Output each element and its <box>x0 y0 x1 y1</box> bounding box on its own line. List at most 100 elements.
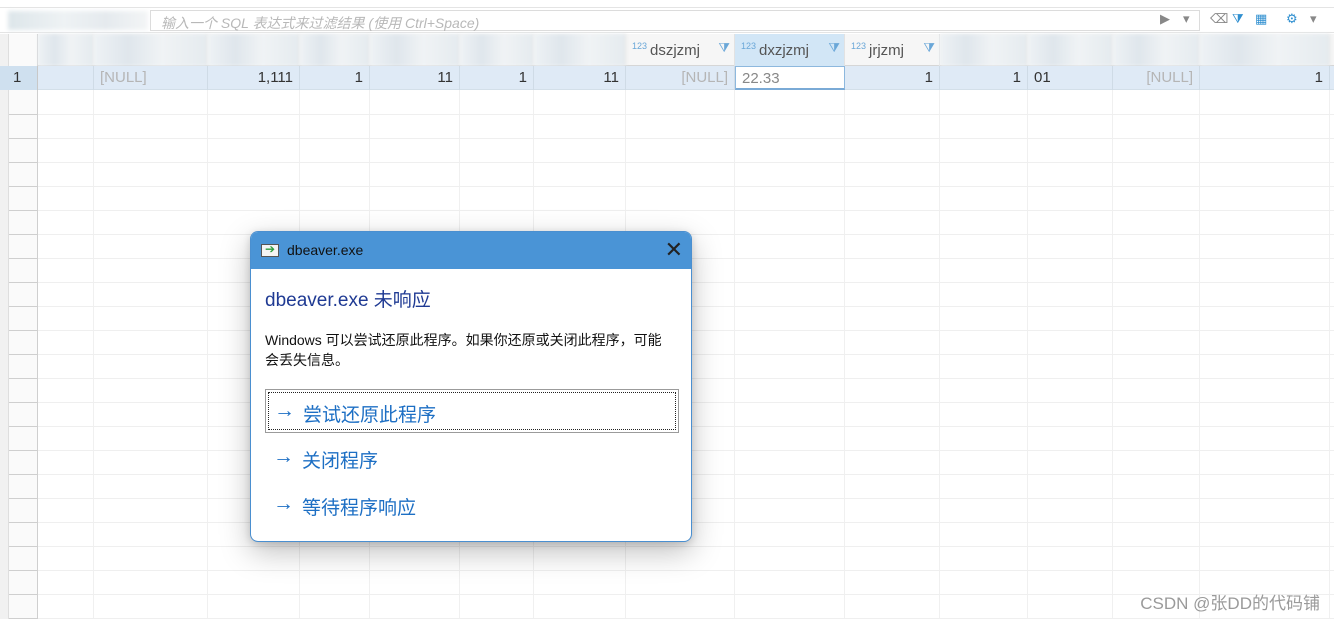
column-filter-icon[interactable]: ⧩ <box>718 40 730 56</box>
app-window-icon: ➔ <box>261 242 279 257</box>
grid-line <box>38 210 1334 211</box>
dialog-message: Windows 可以尝试还原此程序。如果你还原或关闭此程序，可能会丢失信息。 <box>265 332 662 368</box>
column-header-cell[interactable] <box>1113 34 1200 66</box>
gutter-line <box>9 210 38 211</box>
column-header-cell[interactable] <box>1028 34 1113 66</box>
chevron-down-icon[interactable]: ▾ <box>1310 11 1317 27</box>
arrow-right-icon: → <box>274 399 295 422</box>
column-header-cell[interactable]: 123 dszjzmj ⧩ <box>626 34 735 66</box>
table-row[interactable]: [NULL] 1,111 1 11 1 11 [NULL] 22.33 1 1 01 [NULL] 1 <box>38 66 1334 90</box>
grid-line <box>38 186 1334 187</box>
filter-bar: 输入一个 SQL 表达式来过滤结果 (使用 Ctrl+Space) ▶ ▾ ⌫ … <box>0 7 1334 33</box>
numeric-type-icon: 123 <box>851 41 867 51</box>
blurred-toolbar-area <box>8 11 148 30</box>
column-header-cell[interactable] <box>94 34 208 66</box>
column-header-cell[interactable] <box>534 34 626 66</box>
gutter-line <box>9 306 38 307</box>
play-icon[interactable]: ▶ <box>1160 11 1170 27</box>
gutter-line <box>9 546 38 547</box>
wait-program-option[interactable]: → 等待程序响应 <box>265 483 679 527</box>
table-cell[interactable]: 1 <box>940 66 1028 90</box>
settings-icon[interactable]: ⚙ <box>1286 11 1298 27</box>
restore-program-option[interactable]: → 尝试还原此程序 <box>265 389 679 433</box>
row-number-label: 1 <box>13 69 22 86</box>
gutter-line <box>9 162 38 163</box>
option-label: 尝试还原此程序 <box>303 405 437 426</box>
column-header-cell[interactable] <box>208 34 300 66</box>
gutter-line <box>9 594 38 595</box>
dialog-title: dbeaver.exe <box>287 242 364 258</box>
gutter-line <box>9 498 38 499</box>
editing-cell[interactable]: 22.33 <box>735 66 845 90</box>
column-header-cell[interactable] <box>370 34 460 66</box>
table-cell[interactable]: 01 <box>1028 66 1113 90</box>
filter-placeholder: 输入一个 SQL 表达式来过滤结果 (使用 Ctrl+Space) <box>161 15 480 31</box>
close-icon[interactable]: ✕ <box>665 237 683 263</box>
gutter-line <box>9 522 38 523</box>
dropdown-icon[interactable]: ▾ <box>1183 11 1190 27</box>
grid-line <box>38 138 1334 139</box>
side-panel-strip <box>0 34 9 619</box>
grid-line <box>38 114 1334 115</box>
row-gutter <box>0 34 38 619</box>
table-cell[interactable] <box>38 66 94 90</box>
gutter-line <box>9 114 38 115</box>
table-cell[interactable]: [NULL] <box>1113 66 1200 90</box>
row-number[interactable]: 1 <box>0 66 38 90</box>
gutter-line <box>9 570 38 571</box>
filter-icon[interactable]: ⧩ <box>1232 11 1244 27</box>
gutter-line <box>9 258 38 259</box>
gutter-line <box>9 234 38 235</box>
gutter-line <box>9 186 38 187</box>
table-cell[interactable]: 11 <box>370 66 460 90</box>
column-header-cell[interactable] <box>940 34 1028 66</box>
watermark: CSDN @张DD的代码铺 <box>1140 594 1320 613</box>
grid-line <box>38 570 1334 571</box>
close-program-option[interactable]: → 关闭程序 <box>265 436 679 480</box>
column-filter-icon[interactable]: ⧩ <box>828 40 840 56</box>
column-header-cell[interactable]: 123 dxzjzmj ⧩ <box>735 34 845 66</box>
table-cell[interactable]: [NULL] <box>626 66 735 90</box>
table-cell[interactable]: [NULL] <box>94 66 208 90</box>
table-cell[interactable]: 1,111 <box>208 66 300 90</box>
gutter-line <box>9 426 38 427</box>
gutter-line <box>9 378 38 379</box>
option-label: 关闭程序 <box>302 451 379 472</box>
table-cell[interactable]: 11 <box>534 66 626 90</box>
arrow-right-icon: → <box>273 492 294 515</box>
column-filter-icon[interactable]: ⧩ <box>923 40 935 56</box>
option-label: 等待程序响应 <box>302 498 417 519</box>
column-name: jrjzmj <box>869 42 904 59</box>
dialog-heading: dbeaver.exe 未响应 <box>265 290 431 311</box>
column-name: dxzjzmj <box>759 42 810 59</box>
column-name: dszjzmj <box>650 42 701 59</box>
dbeaver-window: 输入一个 SQL 表达式来过滤结果 (使用 Ctrl+Space) ▶ ▾ ⌫ … <box>0 0 1334 619</box>
gutter-line <box>9 354 38 355</box>
dialog-titlebar[interactable]: ➔ dbeaver.exe ✕ <box>251 232 691 269</box>
table-cell[interactable]: 1 <box>460 66 534 90</box>
eraser-icon[interactable]: ⌫ <box>1210 11 1228 27</box>
gutter-line <box>9 282 38 283</box>
arrow-right-icon: → <box>273 445 294 468</box>
numeric-type-icon: 123 <box>632 41 648 51</box>
column-header-cell[interactable] <box>1200 34 1330 66</box>
numeric-type-icon: 123 <box>741 41 757 51</box>
grid-config-icon[interactable]: ▦ <box>1255 11 1267 27</box>
table-cell[interactable]: 1 <box>1200 66 1330 90</box>
gutter-line <box>9 474 38 475</box>
grid-line <box>38 546 1334 547</box>
column-header-cell[interactable]: 123 jrjzmj ⧩ <box>845 34 940 66</box>
not-responding-dialog: ➔ dbeaver.exe ✕ dbeaver.exe 未响应 Windows … <box>250 231 692 542</box>
gutter-line <box>9 450 38 451</box>
gutter-line <box>9 138 38 139</box>
column-header: 123 dszjzmj ⧩ 123 dxzjzmj ⧩ 123 jrjzmj ⧩ <box>38 34 1334 66</box>
table-cell[interactable]: 1 <box>845 66 940 90</box>
gutter-line <box>9 402 38 403</box>
table-cell[interactable]: 1 <box>300 66 370 90</box>
column-header-cell[interactable] <box>38 34 94 66</box>
filter-input[interactable]: 输入一个 SQL 表达式来过滤结果 (使用 Ctrl+Space) <box>150 10 1200 31</box>
column-header-cell[interactable] <box>460 34 534 66</box>
column-header-cell[interactable] <box>300 34 370 66</box>
gutter-line <box>9 330 38 331</box>
grid-line <box>38 162 1334 163</box>
